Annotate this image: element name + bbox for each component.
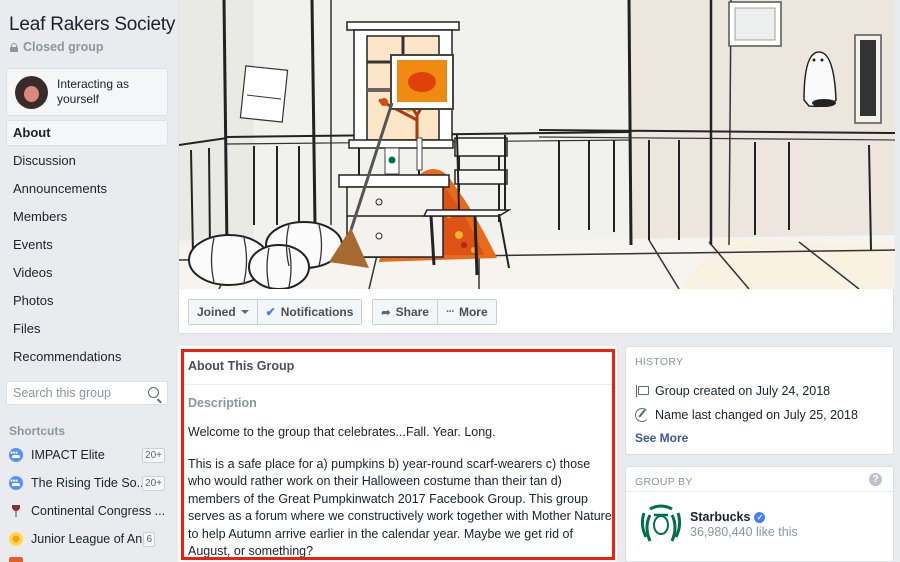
see-more-link[interactable]: See More [635,431,688,445]
nav-item-recommendations[interactable]: Recommendations [6,344,168,372]
joined-label: Joined [197,305,236,319]
shortcuts-heading: Shortcuts [9,424,66,438]
notification-badge: 20+ [142,448,165,463]
renamed-text: Name last changed on July 25, 2018 [655,408,858,422]
membership-button-group: Joined ✔ Notifications [188,299,363,325]
interacting-as-card[interactable]: Interacting as yourself [6,68,168,116]
notifications-label: Notifications [280,305,354,319]
nav-item-events[interactable]: Events [6,232,168,260]
checkmark-icon: ✔ [265,305,276,319]
flag-icon [635,384,649,398]
created-text: Group created on July 24, 2018 [655,384,831,398]
about-title: About This Group [188,359,295,373]
joined-button[interactable]: Joined [189,300,257,324]
nav-item-files[interactable]: Files [6,316,168,344]
share-arrow-icon: ➦ [381,306,391,319]
nav-item-discussion[interactable]: Discussion [6,148,168,176]
brand-name[interactable]: Starbucks [690,510,750,524]
more-label: More [458,305,488,319]
divider [184,384,612,385]
history-renamed-row: Name last changed on July 25, 2018 [635,408,858,422]
left-sidebar: Leaf Rakers Society Closed group Interac… [0,0,176,562]
description-text: Welcome to the group that celebrates...F… [188,424,612,561]
verified-badge-icon: ✓ [754,511,766,523]
history-card: HISTORY Group created on July 24, 2018 N… [625,346,894,455]
group-by-heading: GROUP BY [635,476,693,488]
group-by-card: GROUP BY ? Starbucks ✓ 36,980,440 like t… [625,466,894,562]
more-dots-icon: ··· [445,306,455,318]
notification-badge: 20+ [142,476,165,491]
description-paragraph: Welcome to the group that celebrates...F… [188,425,496,439]
brand-name-row: Starbucks ✓ [690,510,766,524]
shortcut-name: The Rising Tide So... [31,476,148,490]
nav-item-about[interactable]: About [6,120,168,146]
group-privacy: Closed group [10,40,104,54]
description-paragraph: This is a safe place for a) pumpkins b) … [188,456,612,559]
group-nav: About Discussion Announcements Members E… [6,120,168,372]
shortcut-item[interactable]: The Rising Tide So... 20+ [9,469,169,497]
interacting-line-2: yourself [57,92,100,106]
privacy-label: Closed group [23,40,104,54]
shortcut-item[interactable]: Continental Congress ... [9,497,169,525]
divider [626,491,893,492]
lock-icon [10,42,18,52]
share-label: Share [395,305,429,319]
shortcut-item[interactable]: IMPACT Elite 20+ [9,441,169,469]
wine-glass-icon [9,504,23,518]
more-button[interactable]: ··· More [436,300,496,324]
nav-item-videos[interactable]: Videos [6,260,168,288]
help-icon[interactable]: ? [869,473,882,486]
shortcut-name: Junior League of An... [31,532,153,546]
description-label: Description [188,396,257,410]
shortcut-icon-partial [9,557,23,562]
notification-badge: 6 [143,532,155,547]
shortcut-item[interactable]: Junior League of An... 6 [9,525,169,553]
group-actions: Joined ✔ Notifications ➦ Share ··· More [188,299,497,325]
history-heading: HISTORY [635,356,684,368]
flower-icon [9,532,23,546]
avatar [15,75,48,109]
nav-item-photos[interactable]: Photos [6,288,168,316]
notifications-button[interactable]: ✔ Notifications [256,300,362,324]
group-icon [9,476,23,490]
group-search [6,381,168,405]
brand-likes: 36,980,440 like this [690,525,798,539]
shortcuts-list: IMPACT Elite 20+ The Rising Tide So... 2… [9,441,169,553]
search-input[interactable] [13,386,143,400]
cover-photo[interactable] [179,0,895,289]
search-icon[interactable] [148,387,159,398]
starbucks-logo[interactable] [638,501,684,547]
nav-item-members[interactable]: Members [6,204,168,232]
cover-illustration [179,0,895,289]
edit-pencil-icon [635,408,649,422]
shortcut-name: Continental Congress ... [31,504,166,518]
caret-down-icon [240,310,249,314]
share-button[interactable]: ➦ Share [373,300,437,324]
share-button-group: ➦ Share ··· More [372,299,497,325]
group-title[interactable]: Leaf Rakers Society [9,14,175,36]
history-created-row: Group created on July 24, 2018 [635,384,830,398]
shortcut-name: IMPACT Elite [31,448,105,462]
interacting-as-text: Interacting as yourself [57,77,129,107]
cover-card: Joined ✔ Notifications ➦ Share ··· More [178,0,895,334]
interacting-line-1: Interacting as [57,77,130,91]
group-icon [9,448,23,462]
nav-item-announcements[interactable]: Announcements [6,176,168,204]
